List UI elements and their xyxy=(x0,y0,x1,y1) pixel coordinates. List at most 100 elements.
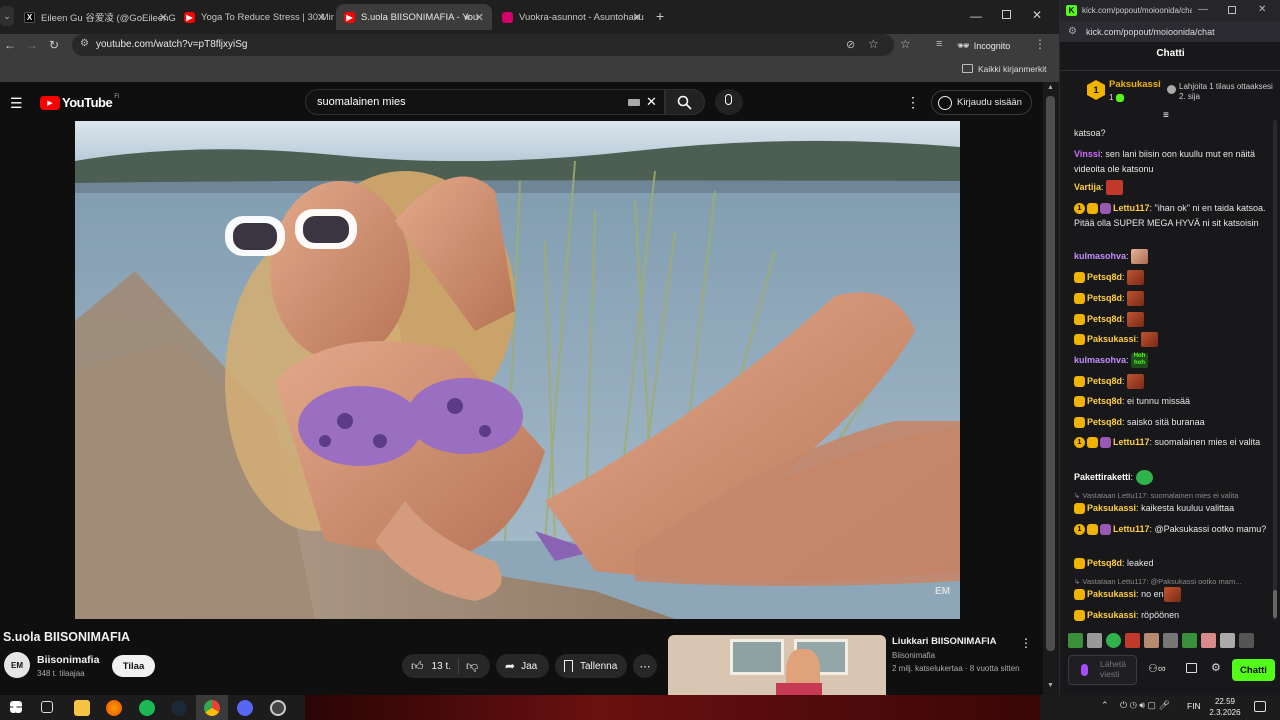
new-tab-button[interactable]: + xyxy=(656,8,664,24)
emote-icon[interactable] xyxy=(1163,633,1178,648)
send-chat-button[interactable]: Chatti xyxy=(1232,659,1275,681)
like-icon[interactable]: 👍︎ xyxy=(411,659,424,674)
username[interactable]: Vartija xyxy=(1074,182,1101,192)
tray-icons[interactable]: ⏻ ◷ 🔊︎ ▢ 🎤︎ xyxy=(1120,700,1170,711)
username[interactable]: Pakettiraketti xyxy=(1074,472,1131,482)
chat-input[interactable]: Lähetä viesti xyxy=(1068,655,1137,685)
username[interactable]: Petsq8d xyxy=(1087,293,1122,303)
username[interactable]: Paksukassi xyxy=(1087,610,1136,620)
top-gifter-name[interactable]: Paksukassi xyxy=(1109,79,1161,90)
clock[interactable]: 22.59 2.3.2026 xyxy=(1207,696,1243,718)
emote-icon[interactable] xyxy=(1239,633,1254,648)
username[interactable]: Vinssi xyxy=(1074,149,1100,159)
close-window-button[interactable]: ✕ xyxy=(1258,4,1266,15)
page-scrollbar[interactable]: ▲ ▼ xyxy=(1043,82,1059,695)
emote-icon[interactable] xyxy=(1068,633,1083,648)
emote-icon[interactable] xyxy=(1201,633,1216,648)
discord-icon[interactable] xyxy=(237,700,253,716)
username[interactable]: kulmasohva xyxy=(1074,251,1126,261)
search-box[interactable]: suomalainen mies ✕ xyxy=(305,89,665,115)
tray-chevron-icon[interactable]: ⌃ xyxy=(1101,700,1109,711)
bookmarks-icon[interactable]: ☆ xyxy=(900,37,911,51)
maximize-button[interactable] xyxy=(1228,6,1236,14)
gift-cta-text[interactable]: Lahjoita 1 tilaus ottaaksesi 2. sija xyxy=(1179,82,1279,102)
reply-context[interactable]: ↳ Vastataan Lettu117: suomalainen mies e… xyxy=(1074,491,1270,500)
username[interactable]: kulmasohva xyxy=(1074,355,1126,365)
eye-off-icon[interactable]: ⊘ xyxy=(846,38,855,51)
emote-icon[interactable] xyxy=(1144,633,1159,648)
recommended-channel[interactable]: Biisonimafia xyxy=(892,651,935,660)
windows-start-icon[interactable] xyxy=(10,701,22,713)
recommended-thumbnail[interactable] xyxy=(668,635,886,695)
channel-avatar[interactable]: EM xyxy=(4,652,30,678)
emote-icon[interactable] xyxy=(1125,633,1140,648)
search-input[interactable]: suomalainen mies xyxy=(317,96,406,108)
all-bookmarks-link[interactable]: Kaikki kirjanmerkit xyxy=(978,64,1047,74)
username[interactable]: Petsq8d xyxy=(1087,314,1122,324)
username[interactable]: Paksukassi xyxy=(1087,334,1136,344)
speaker-icon[interactable]: 🔊︎ xyxy=(464,12,470,23)
star-icon[interactable]: ☆ xyxy=(868,37,879,51)
maximize-button[interactable] xyxy=(1002,10,1011,19)
firefox-icon[interactable] xyxy=(106,700,122,716)
reload-icon[interactable]: ↻ xyxy=(49,38,59,52)
emote-icon[interactable] xyxy=(1106,633,1121,648)
username[interactable]: Petsq8d xyxy=(1087,417,1122,427)
tab-active-video[interactable]: ▶ S.uola BIISONIMAFIA - You 🔊︎ ✕ xyxy=(336,4,492,30)
obs-icon[interactable] xyxy=(270,700,286,716)
site-settings-icon[interactable]: ⚙ xyxy=(1068,26,1077,37)
close-icon[interactable]: ✕ xyxy=(159,11,168,24)
close-window-button[interactable]: ✕ xyxy=(1032,8,1042,22)
emote-icon[interactable] xyxy=(1182,633,1197,648)
recommended-menu-icon[interactable]: ⋮ xyxy=(1020,636,1032,650)
settings-gear-icon[interactable]: ⚙ xyxy=(1211,661,1221,674)
microphone-icon[interactable] xyxy=(1081,664,1088,676)
close-icon[interactable]: ✕ xyxy=(475,11,484,24)
chat-scrollbar[interactable] xyxy=(1273,120,1277,620)
minimize-button[interactable]: — xyxy=(970,9,982,23)
store-icon[interactable] xyxy=(1186,663,1197,673)
save-button[interactable]: Tallenna xyxy=(555,654,627,678)
youtube-logo[interactable]: ▶ YouTube FI xyxy=(40,94,120,110)
scroll-up-icon[interactable]: ▲ xyxy=(1047,84,1054,91)
username[interactable]: Petsq8d xyxy=(1087,272,1122,282)
chrome-taskbar-button[interactable] xyxy=(196,695,228,720)
tab-vuokra[interactable]: Vuokra-asunnot - Asuntohaku ✕ xyxy=(494,4,650,30)
username[interactable]: Petsq8d xyxy=(1087,376,1122,386)
channel-watermark[interactable]: EM xyxy=(935,586,950,597)
tab-search-icon[interactable]: ⌄ xyxy=(0,6,14,26)
file-explorer-icon[interactable] xyxy=(74,700,90,716)
channel-name[interactable]: Biisonimafia xyxy=(37,654,99,666)
username[interactable]: Paksukassi xyxy=(1087,503,1136,513)
scroll-thumb[interactable] xyxy=(1046,96,1055,651)
reply-context[interactable]: ↳ Vastataan Lettu117: @Paksukassi ootko … xyxy=(1074,577,1270,586)
like-count[interactable]: 13 t. xyxy=(432,661,451,672)
collapse-pinned-icon[interactable]: ≡ xyxy=(1163,110,1169,121)
keyboard-icon[interactable] xyxy=(628,99,640,106)
scroll-down-icon[interactable]: ▼ xyxy=(1047,682,1054,689)
username[interactable]: Lettu117 xyxy=(1113,437,1150,447)
site-info-icon[interactable]: ⚙ xyxy=(80,38,89,49)
settings-dots-icon[interactable]: ⋮ xyxy=(906,94,920,111)
emote-picker-icon[interactable]: ⚇∞ xyxy=(1148,662,1166,675)
emote-icon[interactable] xyxy=(1220,633,1235,648)
subscribe-button[interactable]: Tilaa xyxy=(112,655,155,677)
omnibox[interactable]: ⚙ youtube.com/watch?v=pT8fljxyiSg ⊘ ☆ xyxy=(72,34,894,56)
close-icon[interactable]: ✕ xyxy=(317,11,326,24)
username[interactable]: Lettu117 xyxy=(1113,524,1150,534)
steam-icon[interactable] xyxy=(171,700,187,716)
search-button[interactable] xyxy=(665,89,705,115)
recommended-title[interactable]: Liukkari BIISONIMAFIA xyxy=(892,636,997,647)
signin-button[interactable]: Kirjaudu sisään xyxy=(931,90,1032,115)
tab-yoga[interactable]: ▶ Yoga To Reduce Stress | 30 Min ✕ xyxy=(176,4,334,30)
popup-url[interactable]: kick.com/popout/moioonida/chat xyxy=(1086,27,1215,37)
hamburger-menu-icon[interactable]: ☰ xyxy=(10,95,23,112)
username[interactable]: Petsq8d xyxy=(1087,558,1122,568)
input-language[interactable]: FIN xyxy=(1187,701,1201,711)
incognito-badge[interactable]: 🕶︎ Incognito xyxy=(957,36,1010,56)
chat-scroll-thumb[interactable] xyxy=(1273,590,1277,618)
media-icon[interactable]: ≡ xyxy=(936,38,942,50)
voice-search-button[interactable] xyxy=(715,89,743,115)
more-actions-button[interactable]: ⋯ xyxy=(633,654,657,678)
video-player[interactable]: EM xyxy=(75,121,960,619)
